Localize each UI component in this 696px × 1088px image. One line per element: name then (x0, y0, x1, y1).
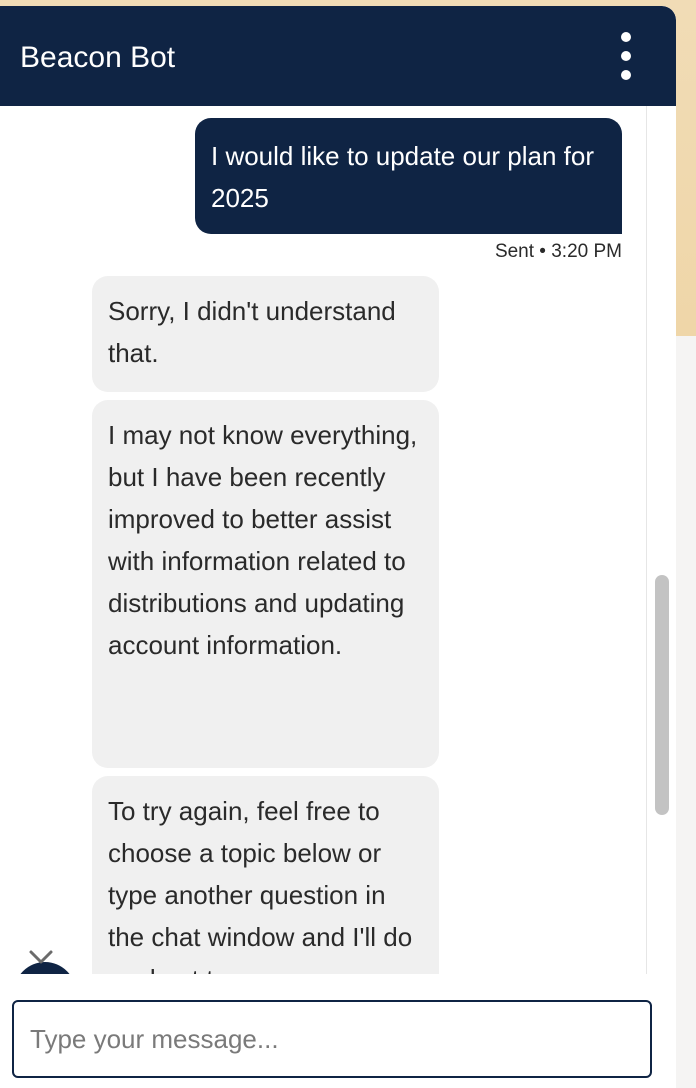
message-status: Sent • 3:20 PM (494, 241, 622, 262)
bot-message-bubble: To try again, feel free to choose a topi… (92, 776, 439, 974)
scrollbar[interactable] (646, 106, 676, 974)
menu-dot (621, 51, 631, 61)
chat-window: Beacon Bot I would like to update our pl… (0, 6, 676, 1088)
message-list[interactable]: I would like to update our plan for 2025… (0, 106, 646, 974)
more-vertical-icon[interactable] (606, 32, 646, 80)
menu-dot (621, 70, 631, 80)
chevron-down-icon[interactable] (28, 948, 54, 966)
bot-message-bubble: I may not know everything, but I have be… (92, 400, 439, 768)
menu-dot (621, 32, 631, 42)
chat-header: Beacon Bot (0, 6, 676, 106)
user-message-bubble: I would like to update our plan for 2025 (195, 118, 622, 234)
bot-message-bubble: Sorry, I didn't understand that. (92, 276, 439, 392)
message-input[interactable] (12, 1000, 652, 1078)
chat-title: Beacon Bot (20, 41, 176, 74)
scrollbar-thumb[interactable] (655, 575, 669, 815)
composer (0, 974, 676, 1088)
